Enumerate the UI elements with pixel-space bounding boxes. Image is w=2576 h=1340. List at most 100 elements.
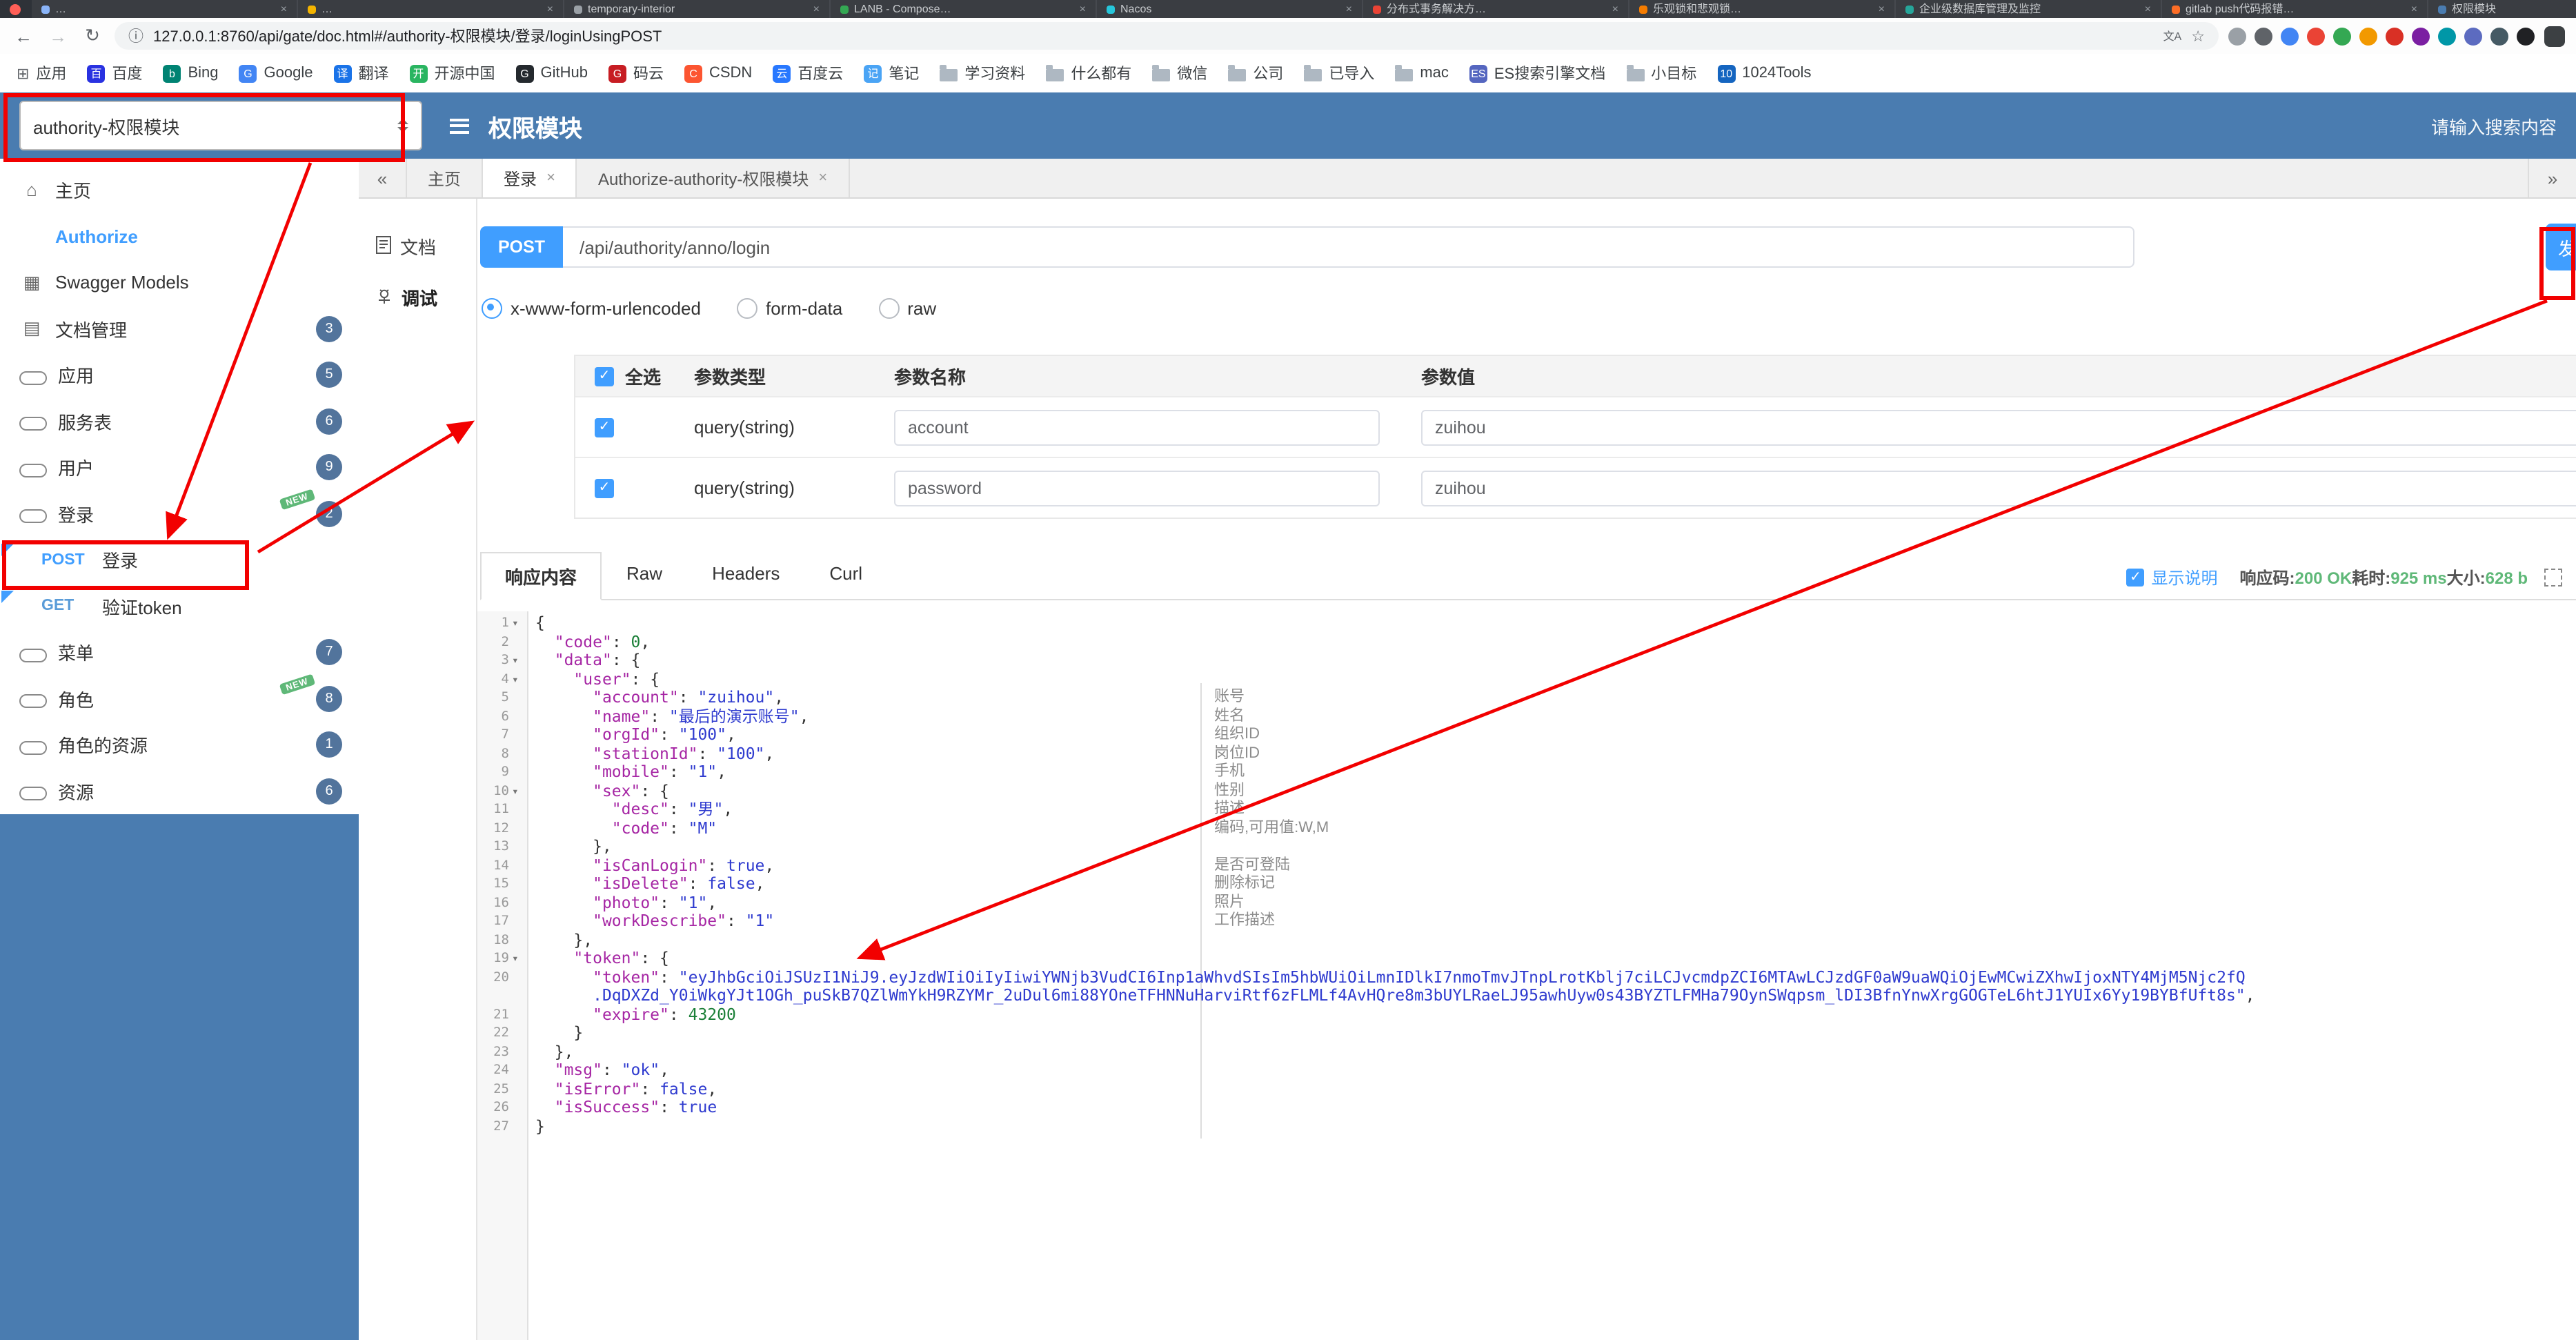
bookmark-item[interactable]: 小目标 [1626,62,1696,84]
content-type-radio[interactable]: form-data [736,298,842,319]
bookmark-item[interactable]: 公司 [1228,62,1283,84]
bookmark-item[interactable]: 开开源中国 [409,62,495,84]
sidebar-item[interactable]: Authorize [0,213,359,259]
fold-icon[interactable]: ▾ [512,782,523,800]
browser-tab[interactable]: … × [32,0,298,18]
bookmark-item[interactable]: mac [1395,65,1449,81]
browser-tab[interactable]: gitlab push代码报错… × [2162,0,2428,18]
sidebar-item[interactable]: ▦ Swagger Models [0,259,359,306]
tab-close-icon[interactable]: × [547,3,553,15]
bookmark-item[interactable]: 已导入 [1304,62,1374,84]
sidebar-item[interactable]: 角色 NEW 8 [0,673,359,722]
tab-close-icon[interactable]: × [1612,3,1618,15]
sidebar-item[interactable]: 角色的资源 1 [0,722,359,768]
browser-tab[interactable]: … × [298,0,564,18]
sidebar-item[interactable]: 应用 5 [0,352,359,398]
bookmark-item[interactable]: ⊞ 应用 [17,62,66,84]
content-tab[interactable]: 主页 [407,159,484,197]
response-tab-响应内容[interactable]: 响应内容 [480,552,602,600]
param-name-input[interactable]: password [894,470,1380,506]
bookmark-item[interactable]: 记笔记 [864,62,919,84]
send-button[interactable]: 发送 [2546,224,2576,270]
response-tab-headers[interactable]: Headers [687,552,804,600]
tab-close-icon[interactable]: × [1346,3,1352,15]
select-all-checkbox[interactable]: ✓ [595,366,614,386]
bookmark-item[interactable]: C CSDN [684,64,752,82]
browser-tab[interactable]: 分布式事务解决方… × [1363,0,1629,18]
fold-icon[interactable]: ▾ [512,670,523,689]
profile-avatar[interactable] [2544,26,2565,46]
extension-icon[interactable] [2307,27,2325,45]
response-tab-curl[interactable]: Curl [804,552,887,600]
sidebar-api-post[interactable]: POST 登录 [0,537,359,583]
tab-close-icon[interactable]: × [546,170,555,186]
extension-icon[interactable] [2359,27,2377,45]
bookmark-item[interactable]: 什么都有 [1046,62,1131,84]
param-name-input[interactable]: account [894,409,1380,445]
extension-icon[interactable] [2333,27,2351,45]
tab-close-icon[interactable]: × [813,3,820,15]
row-checkbox[interactable]: ✓ [595,417,614,437]
sidebar-item[interactable]: 服务表 6 [0,398,359,444]
content-type-radio[interactable]: x-www-form-urlencoded [482,298,701,319]
window-close-button[interactable] [10,3,21,14]
extension-icon[interactable] [2464,27,2482,45]
bookmark-item[interactable]: G 码云 [608,62,664,84]
extension-icon[interactable] [2386,27,2404,45]
sidebar-item[interactable]: 登录 NEW 2 [0,488,359,537]
tab-close-icon[interactable]: × [818,170,827,186]
content-tab[interactable]: Authorize-authority-权限模块 × [577,159,850,197]
tab-close-icon[interactable]: × [2145,3,2151,15]
response-tab-raw[interactable]: Raw [602,552,687,600]
reload-icon[interactable]: ↻ [80,25,105,47]
site-info-icon[interactable]: ⓘ [128,25,143,47]
bookmark-item[interactable]: G GitHub [515,64,588,82]
content-tab[interactable]: 登录 × [483,159,577,197]
sidebar-item[interactable]: ▤ 文档管理 3 [0,306,359,352]
sidebar-item[interactable]: 用户 9 [0,444,359,491]
fold-icon[interactable]: ▾ [512,651,523,670]
browser-tab[interactable]: 企业级数据库管理及监控 × [1896,0,2162,18]
bookmark-item[interactable]: 学习资料 [940,62,1025,84]
bookmark-item[interactable]: 微信 [1152,62,1207,84]
extension-icon[interactable] [2438,27,2456,45]
fold-icon[interactable]: ▾ [512,614,523,633]
response-body-editor[interactable]: 1 ▾{2 "code": 0, 3 ▾ "data": {4 ▾ "user": {5… [477,611,2576,1340]
request-path-input[interactable]: /api/authority/anno/login [563,226,2135,268]
bookmark-item[interactable]: 10 1024Tools [1717,64,1812,82]
browser-tab[interactable]: Nacos × [1097,0,1363,18]
bookmark-item[interactable]: b Bing [163,64,219,82]
bookmark-item[interactable]: G Google [239,64,313,82]
bookmark-star-icon[interactable]: ☆ [2191,27,2205,45]
bookmark-item[interactable]: 云百度云 [773,62,843,84]
extension-icon[interactable] [2281,27,2299,45]
fullscreen-icon[interactable] [2544,569,2562,587]
fold-icon[interactable]: ▾ [512,949,523,968]
bookmark-item[interactable]: 百百度 [87,62,142,84]
tab-close-icon[interactable]: × [281,3,287,15]
browser-tab[interactable]: 权限模块× [2428,0,2576,18]
show-desc-checkbox[interactable]: ✓ [2126,569,2145,587]
tab-close-icon[interactable]: × [1879,3,1885,15]
header-search-input[interactable]: 请输入搜索内容 [2431,112,2557,139]
browser-tab[interactable]: LANB - Compose… × [831,0,1097,18]
expand-tabs-icon[interactable]: » [2528,159,2576,197]
tab-close-icon[interactable]: × [2411,3,2417,15]
translate-icon[interactable]: 文A [2163,28,2182,43]
collapse-tabs-icon[interactable]: « [359,159,407,197]
param-value-input[interactable]: zuihou [1421,409,2576,445]
sidebar-item[interactable]: ⌂ 主页 [0,167,359,213]
back-icon[interactable]: ← [11,26,36,46]
doc-nav-debug[interactable]: 调试 [359,272,476,323]
forward-icon[interactable]: → [46,26,70,46]
sidebar-api-get[interactable]: GET 验证token [0,583,359,629]
tab-close-icon[interactable]: × [1080,3,1086,15]
url-bar[interactable]: ⓘ 127.0.0.1:8760/api/gate/doc.html#/auth… [115,22,2219,50]
browser-tab[interactable]: 乐观锁和悲观锁… × [1629,0,1896,18]
api-group-select[interactable]: authority-权限模块 [19,101,422,150]
extension-icon[interactable] [2517,27,2535,45]
menu-toggle-icon[interactable] [450,118,469,133]
extension-icon[interactable] [2228,27,2246,45]
content-type-radio[interactable]: raw [878,298,936,319]
sidebar-item[interactable]: 菜单 7 [0,629,359,676]
